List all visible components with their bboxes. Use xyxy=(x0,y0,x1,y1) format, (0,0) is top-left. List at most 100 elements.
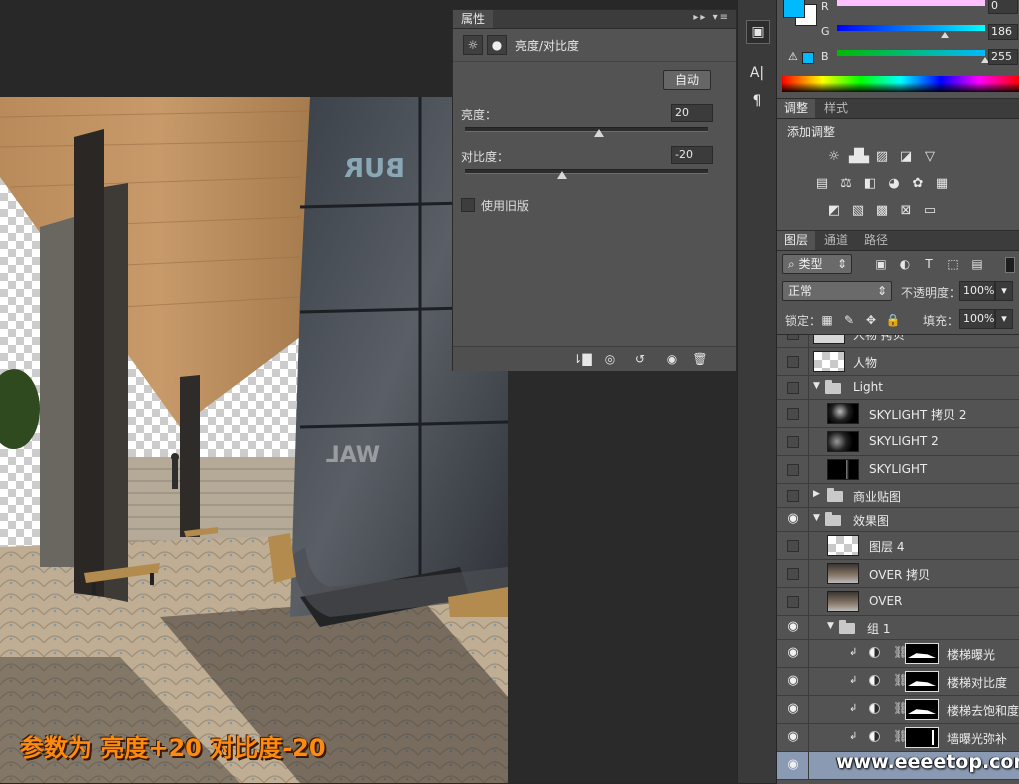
layer-mask-thumbnail[interactable] xyxy=(905,699,939,720)
layer-name[interactable]: SKYLIGHT 拷贝 2 xyxy=(869,406,967,423)
tab-paths[interactable]: 路径 xyxy=(857,231,895,250)
layer-filter-select[interactable]: ⌕ 类型 ⇕ xyxy=(782,254,852,274)
visibility-toggle[interactable] xyxy=(777,376,809,399)
eye-icon[interactable]: ◉ xyxy=(786,730,800,743)
black-white-icon[interactable]: ◧ xyxy=(861,176,879,192)
eye-icon[interactable]: ◉ xyxy=(786,512,800,525)
layer-row[interactable]: 人物 拷贝 xyxy=(777,335,1019,348)
panel-menu-icon[interactable]: ▸▸ ▾≡ xyxy=(693,12,730,23)
brightness-slider-track[interactable] xyxy=(465,127,708,132)
visibility-off-box[interactable] xyxy=(787,540,799,552)
filter-smart-object-icon[interactable]: ▤ xyxy=(969,256,985,272)
layer-row[interactable]: OVER 拷贝 xyxy=(777,560,1019,588)
channel-g-slider-handle[interactable] xyxy=(941,32,950,38)
twirl-open-icon[interactable]: ▼ xyxy=(827,621,834,631)
brightness-slider-handle[interactable] xyxy=(593,129,604,137)
channel-b-input[interactable]: 255 xyxy=(988,49,1018,65)
layer-name[interactable]: 楼梯去饱和度 xyxy=(947,702,1019,719)
eye-icon[interactable]: ◉ xyxy=(786,674,800,687)
lock-image-icon[interactable]: ✎ xyxy=(841,312,857,328)
layer-mask-thumbnail[interactable] xyxy=(905,671,939,692)
layer-name[interactable]: SKYLIGHT 2 xyxy=(869,434,939,448)
twirl-open-icon[interactable]: ▼ xyxy=(813,381,820,391)
properties-panel[interactable]: 属性 ▸▸ ▾≡ ☼ ● 亮度/对比度 自动 亮度： 20 对比度： -20 使… xyxy=(452,9,737,371)
visibility-toggle[interactable] xyxy=(777,400,809,427)
lock-position-icon[interactable]: ✥ xyxy=(863,312,879,328)
visibility-off-box[interactable] xyxy=(787,436,799,448)
clip-to-layer-icon[interactable]: ⇂▇ xyxy=(569,350,595,368)
eye-icon[interactable]: ◉ xyxy=(786,620,800,633)
fill-dropdown-icon[interactable]: ▾ xyxy=(995,309,1013,329)
layer-row[interactable]: SKYLIGHT xyxy=(777,456,1019,484)
use-legacy-checkbox[interactable] xyxy=(461,198,475,212)
visibility-off-box[interactable] xyxy=(787,382,799,394)
layer-row[interactable]: 人物 xyxy=(777,348,1019,376)
brightness-contrast-icon[interactable]: ☼ xyxy=(463,35,483,55)
visibility-toggle[interactable] xyxy=(777,560,809,587)
tab-styles[interactable]: 样式 xyxy=(817,99,855,118)
twirl-closed-icon[interactable]: ▶ xyxy=(813,489,820,499)
layer-list[interactable]: 人物 拷贝 人物 ▼ Light SKYLIGHT 拷贝 2 SKYLIGHT … xyxy=(777,334,1019,784)
tab-layers[interactable]: 图层 xyxy=(777,231,816,250)
layer-group-row[interactable]: ▶ 商业贴图 xyxy=(777,484,1019,508)
layer-name[interactable]: 人物 xyxy=(853,354,877,371)
fill-input[interactable]: 100% xyxy=(959,309,995,329)
visibility-toggle[interactable]: ◉ xyxy=(777,616,809,639)
delete-icon[interactable]: 🗑 xyxy=(687,350,713,368)
visibility-toggle[interactable]: ◉ xyxy=(777,508,809,531)
layer-group-row[interactable]: ▼ Light xyxy=(777,376,1019,400)
visibility-toggle[interactable]: ◉ xyxy=(777,752,809,779)
layers-panel[interactable]: 图层 通道 路径 ⌕ 类型 ⇕ ▣ ◐ T ⬚ ▤ 正常 ⇕ 不透明度： 100% … xyxy=(777,231,1019,784)
visibility-toggle[interactable] xyxy=(777,348,809,375)
color-panel-icon[interactable]: ▣ xyxy=(746,20,770,44)
layer-mask-thumbnail[interactable] xyxy=(905,727,939,748)
opacity-dropdown-icon[interactable]: ▾ xyxy=(995,281,1013,301)
visibility-toggle[interactable] xyxy=(777,428,809,455)
layer-row[interactable]: OVER xyxy=(777,588,1019,616)
channel-r-input[interactable]: 0 xyxy=(988,0,1018,14)
lock-all-icon[interactable]: 🔒 xyxy=(885,312,901,328)
posterize-icon[interactable]: ▧ xyxy=(849,203,867,219)
filter-pixel-icon[interactable]: ▣ xyxy=(873,256,889,272)
paragraph-panel-icon[interactable]: ¶ xyxy=(746,90,768,112)
character-panel-icon[interactable]: A| xyxy=(746,62,768,84)
gradient-map-icon[interactable]: ▭ xyxy=(921,203,939,219)
twirl-open-icon[interactable]: ▼ xyxy=(813,513,820,523)
layer-mask-thumbnail[interactable] xyxy=(905,643,939,664)
visibility-toggle[interactable]: ◉ xyxy=(777,696,809,723)
contrast-slider-handle[interactable] xyxy=(557,171,568,179)
visibility-toggle[interactable]: ◉ xyxy=(777,640,809,667)
adjustment-layer-row[interactable]: ◉ ↲ ⛓ 楼梯去饱和度 xyxy=(777,696,1019,724)
layer-group-row[interactable]: ◉ ▼ 组 1 xyxy=(777,616,1019,640)
threshold-icon[interactable]: ▩ xyxy=(873,203,891,219)
visibility-off-box[interactable] xyxy=(787,568,799,580)
layer-name[interactable]: SKYLIGHT xyxy=(869,462,927,476)
channel-g-bar[interactable] xyxy=(837,25,985,31)
tab-channels[interactable]: 通道 xyxy=(817,231,855,250)
hue-saturation-icon[interactable]: ▤ xyxy=(813,176,831,192)
layer-row[interactable]: SKYLIGHT 2 xyxy=(777,428,1019,456)
channel-b-bar[interactable] xyxy=(837,50,985,56)
visibility-toggle[interactable] xyxy=(777,484,809,507)
visibility-off-box[interactable] xyxy=(787,335,799,340)
tab-properties[interactable]: 属性 xyxy=(453,10,494,28)
invert-icon[interactable]: ◩ xyxy=(825,203,843,219)
view-previous-icon[interactable]: ◎ xyxy=(597,350,623,368)
lock-transparent-icon[interactable]: ▦ xyxy=(819,312,835,328)
adjustment-layer-row[interactable]: ◉ ↲ ⛓ 楼梯曝光 xyxy=(777,640,1019,668)
layer-name[interactable]: 商业贴图 xyxy=(853,488,901,505)
adjustment-layer-row[interactable]: ◉ ↲ ⛓ 墙曝光弥补 xyxy=(777,724,1019,752)
visibility-off-box[interactable] xyxy=(787,464,799,476)
document-canvas[interactable]: BUR WAL xyxy=(0,97,508,783)
visibility-toggle[interactable] xyxy=(777,456,809,483)
properties-titlebar[interactable]: 属性 ▸▸ ▾≡ xyxy=(453,10,736,29)
visibility-icon[interactable]: ◉ xyxy=(659,350,685,368)
layer-row[interactable]: SKYLIGHT 拷贝 2 xyxy=(777,400,1019,428)
layer-name[interactable]: OVER xyxy=(869,594,902,608)
layer-name[interactable]: 组 1 xyxy=(867,620,890,637)
color-panel[interactable]: ⚠ R 0 G 186 B 255 xyxy=(777,0,1019,99)
foreground-color-swatch[interactable] xyxy=(783,0,805,18)
layer-name[interactable]: 图层 4 xyxy=(869,538,904,555)
layer-name[interactable]: 楼梯对比度 xyxy=(947,674,1007,691)
eye-icon[interactable]: ◉ xyxy=(786,646,800,659)
